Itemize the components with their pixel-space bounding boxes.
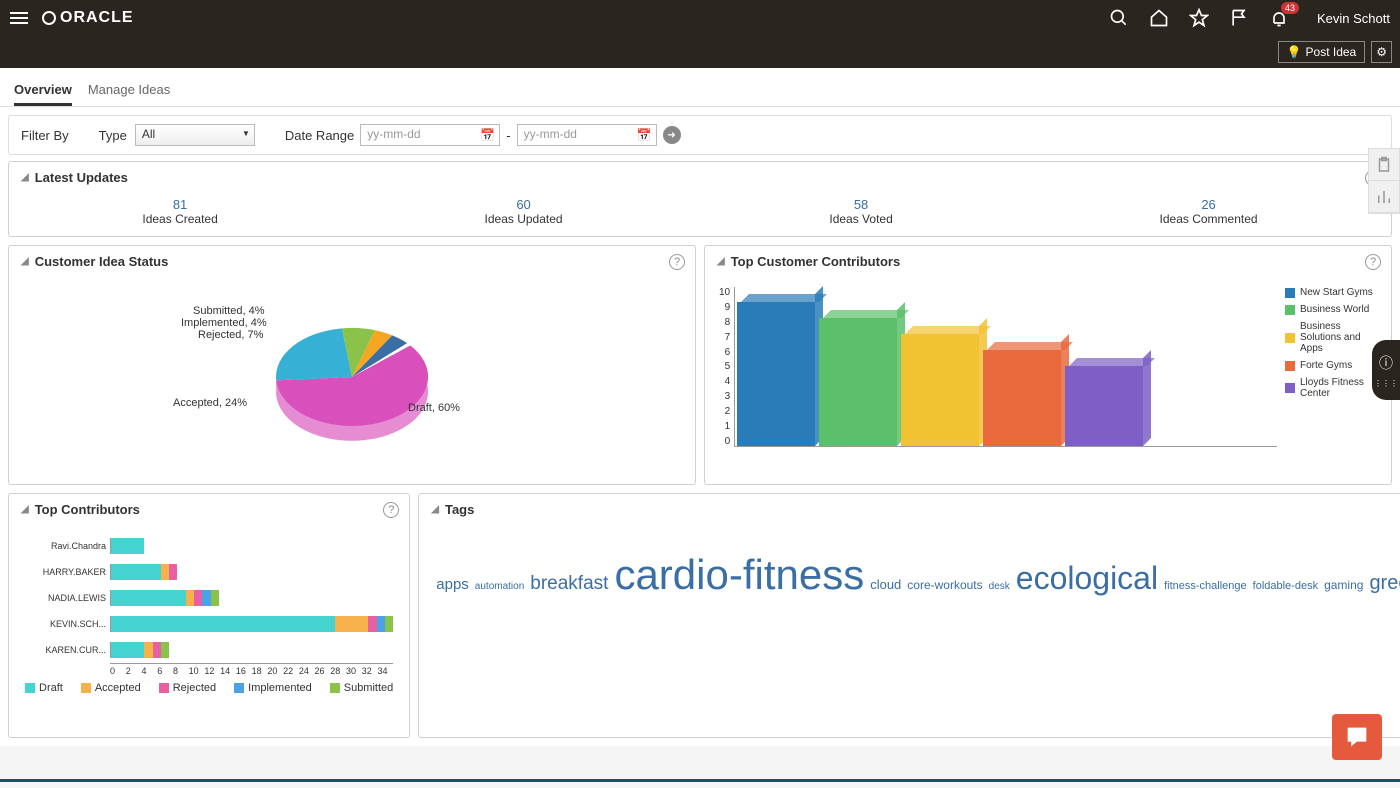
tag-foldable-desk[interactable]: foldable-desk [1250,580,1321,592]
date-range-label: Date Range [285,128,354,143]
settings-button[interactable]: ⚙ [1371,41,1392,63]
notification-badge: 43 [1281,2,1299,14]
tag-green[interactable]: green [1366,572,1400,594]
top-contributors-panel: ◢Top Contributors ? Ravi.ChandraHARRY.BA… [8,493,410,738]
tab-manage-ideas[interactable]: Manage Ideas [88,76,170,106]
tag-cloud[interactable]: cloud [867,577,904,592]
chart-icon[interactable] [1369,181,1399,213]
side-rail [1368,148,1400,214]
clipboard-icon[interactable] [1369,149,1399,181]
apply-filter-button[interactable]: ➜ [663,126,681,144]
help-icon[interactable]: ? [1365,254,1381,270]
info-pill[interactable]: ⓘ⋮⋮⋮ [1372,340,1400,400]
top-contrib-title: Top Contributors [35,502,140,517]
stat-item[interactable]: 58Ideas Voted [829,197,892,226]
tag-gaming[interactable]: gaming [1321,578,1366,592]
oracle-logo: ORACLE [42,9,134,27]
tag-cardio-fitness[interactable]: cardio-fitness [611,551,867,598]
sub-header: 💡Post Idea ⚙ [0,36,1400,68]
post-idea-button[interactable]: 💡Post Idea [1278,41,1366,63]
tag-automation[interactable]: automation [472,581,527,592]
idea-status-title: Customer Idea Status [35,254,169,269]
tag-desk[interactable]: desk [986,581,1013,592]
date-from-input[interactable]: yy-mm-dd📅 [360,124,500,146]
customer-idea-status-panel: ◢Customer Idea Status ? Submitted, 4% Im… [8,245,696,485]
tag-ecological[interactable]: ecological [1013,560,1161,596]
top-cust-title: Top Customer Contributors [731,254,900,269]
chat-button[interactable] [1332,714,1382,760]
date-to-input[interactable]: yy-mm-dd📅 [517,124,657,146]
flag-icon[interactable] [1229,8,1249,28]
page-tabs: Overview Manage Ideas [0,68,1400,107]
tag-core-workouts[interactable]: core-workouts [904,578,985,592]
tag-breakfast[interactable]: breakfast [527,573,611,594]
help-icon[interactable]: ? [669,254,685,270]
stat-item[interactable]: 26Ideas Commented [1160,197,1258,226]
stacked-bar-chart: Ravi.ChandraHARRY.BAKERNADIA.LEWISKEVIN.… [25,533,393,663]
tab-overview[interactable]: Overview [14,76,72,106]
date-sep: - [506,128,510,143]
latest-updates-title: Latest Updates [35,170,128,185]
stat-item[interactable]: 81Ideas Created [142,197,217,226]
top-customer-contributors-panel: ◢Top Customer Contributors ? 10987654321… [704,245,1392,485]
tag-cloud: appsautomationbreakfastcardio-fitnessclo… [419,525,1400,625]
latest-updates-panel: ◢Latest Updates ? 81Ideas Created60Ideas… [8,161,1392,237]
hamburger-icon[interactable] [10,12,28,24]
user-name[interactable]: Kevin Schott [1317,11,1390,26]
filter-by-label: Filter By [21,128,69,143]
tags-title: Tags [445,502,474,517]
filter-bar: Filter By Type All▼ Date Range yy-mm-dd📅… [8,115,1392,155]
tag-apps[interactable]: apps [433,576,472,593]
type-select[interactable]: All▼ [135,124,255,146]
stat-item[interactable]: 60Ideas Updated [485,197,563,226]
home-icon[interactable] [1149,8,1169,28]
search-icon[interactable] [1109,8,1129,28]
tag-fitness-challenge[interactable]: fitness-challenge [1161,580,1250,592]
main-content: Filter By Type All▼ Date Range yy-mm-dd📅… [0,107,1400,746]
tags-panel: ◢Tags ? appsautomationbreakfastcardio-fi… [418,493,1400,738]
footer-accent [0,779,1400,782]
star-icon[interactable] [1189,8,1209,28]
pie-chart [262,312,442,442]
type-label: Type [99,128,127,143]
bell-icon[interactable]: 43 [1269,8,1289,28]
bar-chart [734,287,1277,447]
app-header: ORACLE 43 Kevin Schott [0,0,1400,36]
